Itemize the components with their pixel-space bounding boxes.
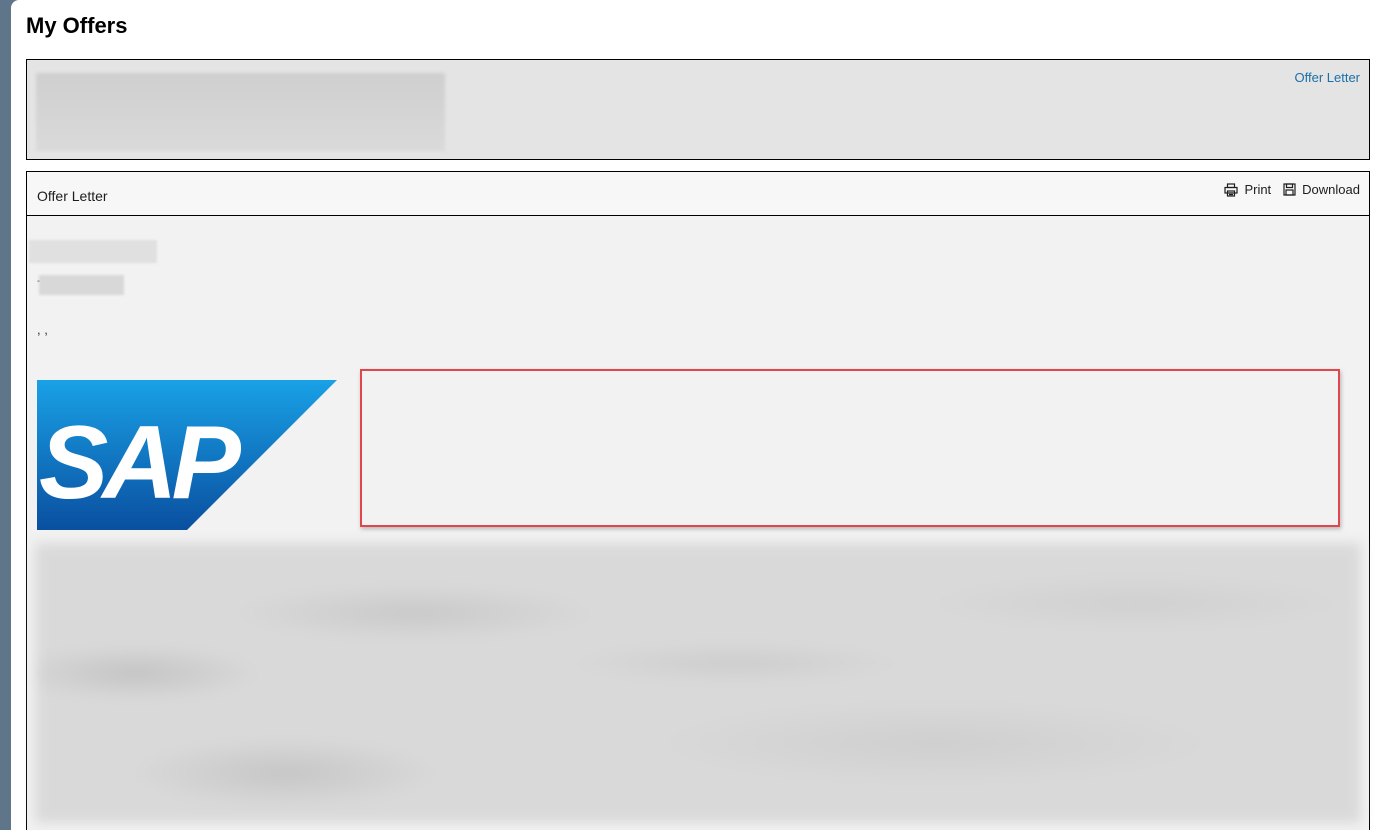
- redacted-letter-body: [35, 543, 1361, 823]
- svg-text:SAP: SAP: [39, 405, 241, 521]
- redacted-offer-details: [36, 73, 445, 151]
- highlight-annotation-box: [360, 369, 1340, 527]
- print-icon: [1224, 182, 1239, 197]
- offer-summary-card: Offer Letter: [26, 59, 1370, 160]
- offer-letter-link[interactable]: Offer Letter: [1294, 70, 1360, 85]
- save-icon: [1283, 183, 1296, 196]
- page-title: My Offers: [26, 13, 128, 38]
- offer-letter-panel: Offer Letter Print Download , , SAP: [26, 171, 1370, 830]
- offer-letter-header: Offer Letter Print Download: [27, 172, 1369, 216]
- address-commas: , ,: [37, 322, 48, 337]
- print-button[interactable]: Print: [1224, 182, 1271, 197]
- redacted-date: [29, 240, 157, 263]
- download-label: Download: [1302, 182, 1360, 197]
- print-label: Print: [1244, 182, 1272, 197]
- offer-letter-title: Offer Letter: [37, 188, 108, 204]
- letter-actions: Print Download: [1224, 182, 1360, 197]
- my-offers-page: My Offers Offer Letter Offer Letter Prin…: [11, 0, 1386, 830]
- sap-logo: SAP: [37, 380, 337, 530]
- download-button[interactable]: Download: [1283, 182, 1360, 197]
- redacted-recipient: [39, 275, 124, 295]
